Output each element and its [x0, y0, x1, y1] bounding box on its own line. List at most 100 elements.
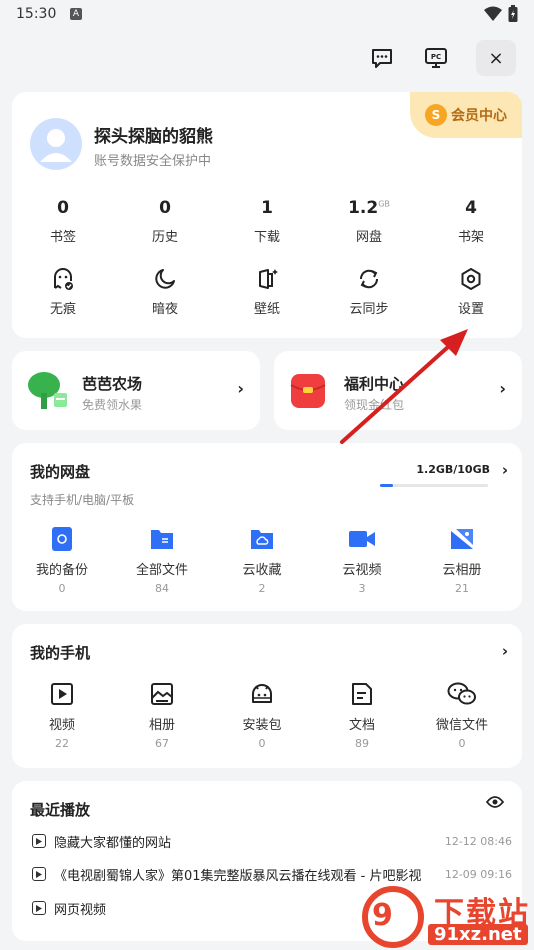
recent-title: 隐藏大家都懂的网站 [54, 835, 172, 851]
stat-history[interactable]: 0 历史 [114, 198, 216, 245]
recent-item[interactable]: 《电视剧蜀锦人家》第01集完整版暴风云播在线观看 - 片吧影视 12-09 09… [32, 863, 512, 885]
pc-button[interactable]: PC [416, 40, 456, 76]
item-label: 视频 [48, 718, 75, 733]
chevron-right-icon[interactable]: › [502, 461, 508, 479]
moon-icon [155, 269, 175, 289]
watermark-url: 91xz.net [428, 924, 528, 945]
notification-icon: A [70, 8, 82, 20]
phone-item-docs[interactable]: 文档 89 [312, 680, 412, 750]
stat-value: 4 [465, 198, 477, 218]
user-subtitle: 账号数据安全保护中 [94, 154, 212, 169]
disk-item-cloud-photo[interactable]: 云相册 21 [412, 525, 512, 595]
play-icon [32, 834, 46, 848]
default-avatar-icon [40, 129, 72, 162]
stat-unit: GB [378, 199, 390, 209]
stat-label: 历史 [151, 230, 178, 245]
eye-icon[interactable] [486, 795, 504, 809]
phone-item-album[interactable]: 相册 67 [112, 680, 212, 750]
my-phone-card: 我的手机 › 视频 22 相册 67 安装包 0 文档 89 微信文件 0 [12, 624, 522, 768]
recent-title: 《电视剧蜀锦人家》第01集完整版暴风云播在线观看 - 片吧影视 [54, 868, 422, 884]
document-icon [352, 683, 372, 705]
disk-item-cloud-video[interactable]: 云视频 3 [312, 525, 412, 595]
section-title: 最近播放 [30, 801, 91, 819]
stat-value: 1.2 [348, 198, 379, 218]
stat-value: 0 [57, 198, 69, 218]
vip-label: 会员中心 [451, 108, 507, 124]
play-icon [32, 867, 46, 881]
item-label: 安装包 [242, 718, 282, 733]
photo-icon [451, 529, 473, 549]
section-title[interactable]: 我的手机 [30, 642, 90, 663]
album-icon [151, 683, 173, 705]
disk-usage-bar [380, 484, 488, 487]
pc-icon: PC [425, 48, 447, 68]
tool-label: 云同步 [349, 302, 389, 317]
tool-settings[interactable]: 设置 [420, 264, 522, 317]
stat-downloads[interactable]: 1 下载 [216, 198, 318, 245]
play-icon [32, 901, 46, 915]
disk-item-all-files[interactable]: 全部文件 84 [112, 525, 212, 595]
item-label: 全部文件 [135, 563, 188, 578]
status-time: 15:30 [16, 6, 57, 22]
item-label: 云视频 [342, 563, 382, 578]
phone-item-wechat[interactable]: 微信文件 0 [412, 680, 512, 750]
tool-cloud-sync[interactable]: 云同步 [318, 264, 420, 317]
tool-label: 设置 [457, 302, 484, 317]
user-name[interactable]: 探头探脑的貂熊 [94, 122, 213, 147]
item-count: 0 [58, 582, 66, 595]
tool-night-mode[interactable]: 暗夜 [114, 264, 216, 317]
watermark-glyph: 9 [372, 898, 393, 933]
recent-item[interactable]: 隐藏大家都懂的网站 12-12 08:46 [32, 830, 512, 852]
sync-icon [359, 269, 379, 289]
section-title[interactable]: 我的网盘 [30, 461, 90, 482]
vip-center-button[interactable]: S 会员中心 [410, 92, 522, 138]
chevron-right-icon: › [237, 379, 244, 398]
disk-item-backup[interactable]: 我的备份 0 [12, 525, 112, 595]
stat-value: 0 [159, 198, 171, 218]
disk-item-cloud-fav[interactable]: 云收藏 2 [212, 525, 312, 595]
cloud-disk-card: 我的网盘 支持手机/电脑/平板 1.2GB/10GB › 我的备份 0 全部文件… [12, 443, 522, 611]
stat-cloud-disk[interactable]: 1.2GB 网盘 [318, 198, 420, 245]
item-label: 文档 [348, 718, 375, 733]
watermark-ring: 9 [362, 886, 424, 948]
chat-icon [372, 49, 392, 68]
tool-incognito[interactable]: 无痕 [12, 264, 114, 317]
tool-label: 无痕 [49, 302, 76, 317]
feedback-button[interactable] [362, 40, 402, 76]
close-button[interactable]: × [476, 40, 516, 76]
tool-wallpaper[interactable]: 壁纸 [216, 264, 318, 317]
stat-label: 书架 [457, 230, 484, 245]
item-count: 0 [258, 737, 266, 750]
user-card: 探头探脑的貂熊 账号数据安全保护中 S 会员中心 0 书签 0 历史 1 下载 1.2… [12, 92, 522, 338]
battery-icon [508, 5, 518, 22]
file-icon [151, 530, 173, 549]
red-packet-icon [290, 374, 326, 408]
item-count: 2 [258, 582, 266, 595]
farm-card[interactable]: 芭芭农场 免费领水果 › [12, 351, 260, 430]
backup-icon [52, 527, 72, 551]
farm-title: 芭芭农场 [82, 375, 143, 393]
disk-usage-fill [380, 484, 393, 487]
avatar[interactable] [30, 118, 82, 170]
cloud-folder-icon [251, 530, 273, 549]
disk-subtitle: 支持手机/电脑/平板 [30, 493, 135, 507]
recent-time: 12-09 09:16 [444, 867, 512, 881]
stat-bookshelf[interactable]: 4 书架 [420, 198, 522, 245]
tools-row: 无痕 暗夜 壁纸 云同步 设置 [12, 264, 522, 317]
item-label: 云收藏 [242, 563, 282, 578]
wallpaper-icon [259, 269, 278, 289]
item-label: 微信文件 [435, 718, 488, 733]
android-icon [252, 684, 272, 703]
stat-label: 下载 [253, 230, 280, 245]
tree-icon [28, 372, 67, 409]
phone-item-apk[interactable]: 安装包 0 [212, 680, 312, 750]
chevron-right-icon[interactable]: › [502, 642, 508, 660]
stat-label: 书签 [49, 230, 76, 245]
tool-label: 暗夜 [151, 302, 178, 317]
phone-item-video[interactable]: 视频 22 [12, 680, 112, 750]
item-label: 云相册 [442, 563, 482, 578]
stat-bookmarks[interactable]: 0 书签 [12, 198, 114, 245]
video-camera-icon [349, 531, 375, 547]
item-count: 0 [458, 737, 466, 750]
recent-time: 12-12 08:46 [444, 834, 512, 848]
